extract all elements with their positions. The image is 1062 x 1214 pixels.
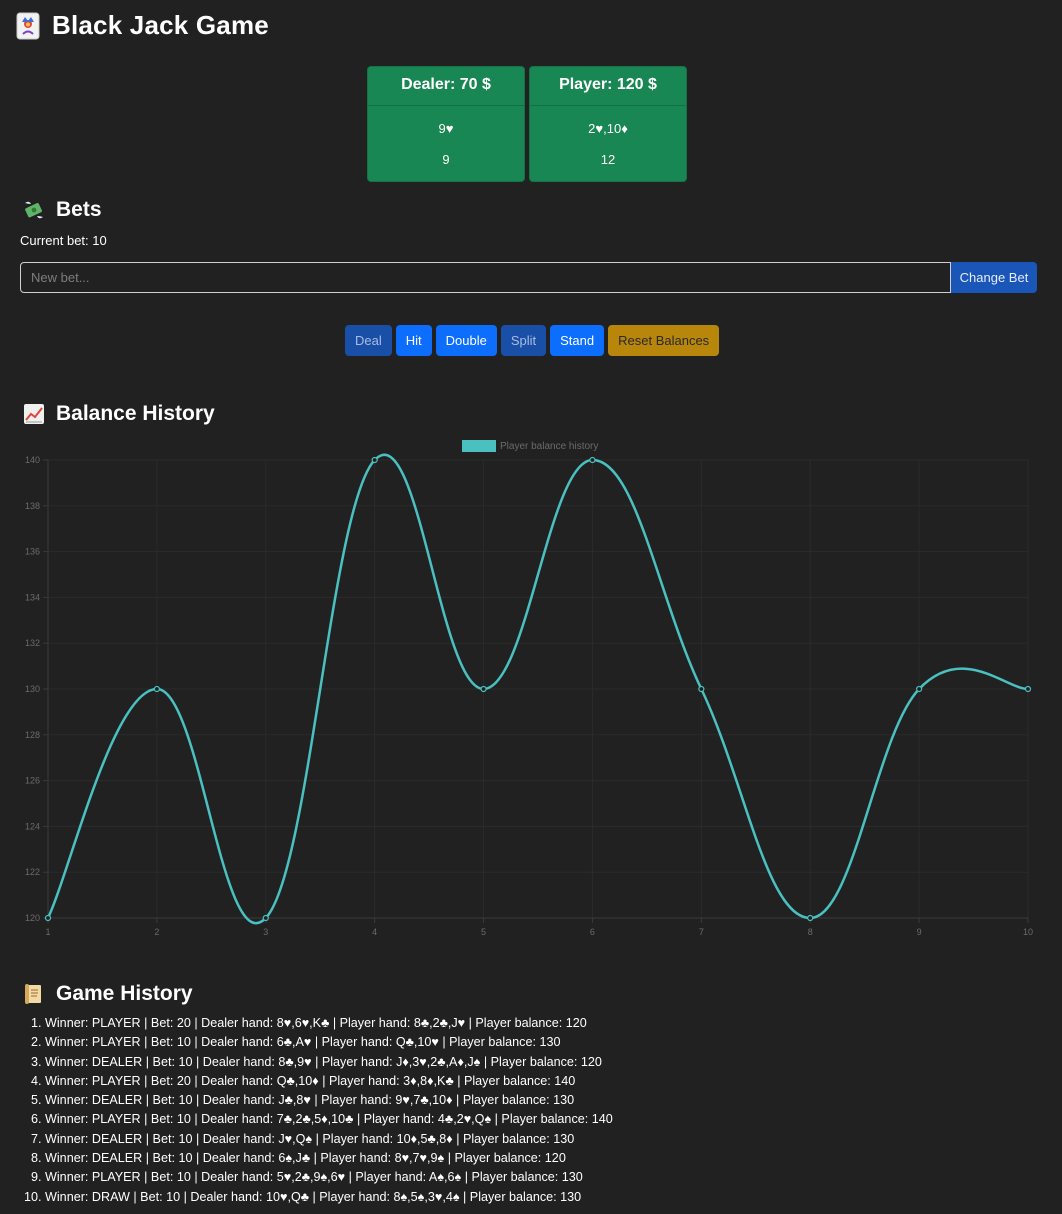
history-entry: Winner: PLAYER | Bet: 10 | Dealer hand: … (45, 1110, 613, 1129)
x-tick-label: 9 (917, 927, 922, 937)
x-tick-label: 10 (1023, 927, 1033, 937)
game-history-title: Game History (56, 982, 193, 1005)
data-point (589, 456, 596, 464)
data-point (1024, 685, 1032, 693)
x-tick-label: 6 (590, 927, 595, 937)
new-bet-input[interactable] (20, 262, 951, 293)
joker-card-icon (16, 12, 40, 39)
y-tick-label: 138 (25, 501, 40, 511)
x-tick-label: 2 (154, 927, 159, 937)
data-point (262, 914, 269, 922)
bet-form: Change Bet (20, 262, 1037, 293)
current-bet: Current bet: 10 (20, 233, 107, 248)
y-tick-label: 130 (25, 684, 40, 694)
page-title: Black Jack Game (52, 10, 269, 40)
change-bet-button[interactable]: Change Bet (951, 262, 1037, 293)
player-score: 12 (600, 152, 616, 167)
history-entry: Winner: DEALER | Bet: 10 | Dealer hand: … (45, 1053, 613, 1072)
data-point (44, 914, 52, 922)
money-wings-icon (25, 201, 43, 219)
data-point (807, 914, 814, 922)
chart-increasing-icon (24, 404, 44, 424)
player-cards: 2♥,10♦ (588, 121, 628, 136)
history-entry: Winner: DEALER | Bet: 10 | Dealer hand: … (45, 1130, 613, 1149)
game-history-list: Winner: PLAYER | Bet: 20 | Dealer hand: … (20, 1014, 613, 1207)
data-point (371, 456, 378, 464)
history-entry: Winner: PLAYER | Bet: 20 | Dealer hand: … (45, 1014, 613, 1033)
bets-title: Bets (56, 198, 102, 221)
double-button[interactable]: Double (435, 325, 497, 356)
data-point (480, 685, 487, 693)
data-point (153, 685, 160, 693)
dealer-score: 9 (442, 152, 450, 167)
data-point (916, 685, 923, 693)
x-tick-label: 8 (808, 927, 813, 937)
legend-swatch (462, 440, 496, 452)
y-tick-label: 136 (25, 547, 40, 557)
page-header: Black Jack Game (16, 10, 269, 41)
history-entry: Winner: DEALER | Bet: 10 | Dealer hand: … (45, 1149, 613, 1168)
x-tick-label: 5 (481, 927, 486, 937)
history-entry: Winner: PLAYER | Bet: 20 | Dealer hand: … (45, 1072, 613, 1091)
legend-label: Player balance history (500, 441, 598, 452)
player-card: Player: 120 $ 2♥,10♦ 12 (529, 66, 687, 182)
y-tick-label: 140 (25, 455, 40, 465)
history-entry: Winner: PLAYER | Bet: 10 | Dealer hand: … (45, 1168, 613, 1187)
hit-button[interactable]: Hit (395, 325, 432, 356)
reset-balances-button[interactable]: Reset Balances (608, 325, 720, 356)
y-tick-label: 128 (25, 730, 40, 740)
y-tick-label: 126 (25, 776, 40, 786)
x-tick-label: 3 (263, 927, 268, 937)
history-entry: Winner: PLAYER | Bet: 10 | Dealer hand: … (45, 1033, 613, 1052)
hands-panel: Dealer: 70 $ 9♥ 9 Player: 120 $ 2♥,10♦ 1… (367, 66, 687, 182)
split-button[interactable]: Split (500, 325, 547, 356)
x-tick-label: 4 (372, 927, 377, 937)
y-tick-label: 132 (25, 638, 40, 648)
history-entry: Winner: DRAW | Bet: 10 | Dealer hand: 10… (45, 1188, 613, 1207)
game-history-heading: Game History (22, 982, 193, 1006)
y-tick-label: 124 (25, 821, 40, 831)
y-tick-label: 120 (25, 913, 40, 923)
deal-button[interactable]: Deal (345, 325, 392, 356)
stand-button[interactable]: Stand (550, 325, 605, 356)
scroll-icon (25, 984, 41, 1004)
dealer-title: Dealer: 70 $ (368, 67, 524, 106)
balance-history-title: Balance History (56, 402, 215, 425)
dealer-cards: 9♥ (438, 121, 454, 136)
player-title: Player: 120 $ (530, 67, 686, 106)
x-tick-label: 7 (699, 927, 704, 937)
x-tick-label: 1 (45, 927, 50, 937)
balance-history-heading: Balance History (22, 402, 215, 426)
balance-history-chart: 120 122 124 126 128 130 132 134 136 138 140 1 2 3 4 5 6 7… (25, 440, 1033, 937)
bets-heading: Bets (22, 198, 102, 222)
data-point (698, 685, 705, 693)
y-tick-label: 134 (25, 592, 40, 602)
game-controls: Deal Hit Double Split Stand Reset Balanc… (345, 325, 720, 356)
dealer-card: Dealer: 70 $ 9♥ 9 (367, 66, 525, 182)
y-tick-label: 122 (25, 867, 40, 877)
history-entry: Winner: DEALER | Bet: 10 | Dealer hand: … (45, 1091, 613, 1110)
